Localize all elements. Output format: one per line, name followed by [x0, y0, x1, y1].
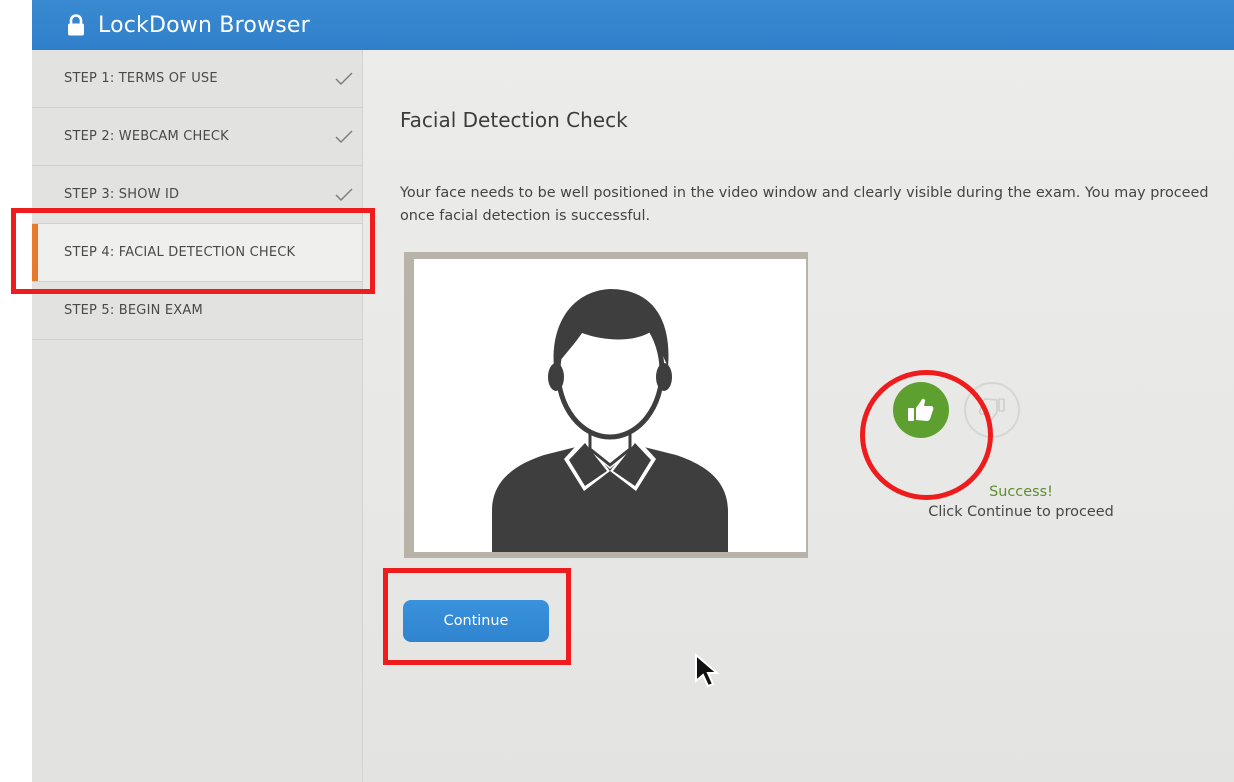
video-preview [414, 259, 806, 552]
checkmark-icon [334, 129, 354, 145]
step-webcam-check[interactable]: STEP 2: WEBCAM CHECK [32, 108, 362, 166]
checkmark-icon [334, 187, 354, 203]
main-content: Facial Detection Check Your face needs t… [363, 50, 1234, 782]
video-window [404, 252, 808, 558]
annotation-thumbs-up-highlight [860, 370, 993, 500]
step-label: STEP 3: SHOW ID [64, 187, 180, 202]
screen-photo: LockDown Browser STEP 1: TERMS OF USE ST… [32, 0, 1234, 782]
step-label: STEP 5: BEGIN EXAM [64, 303, 203, 318]
status-detail: Click Continue to proceed [928, 504, 1114, 520]
title-bar: LockDown Browser [32, 0, 1234, 50]
step-terms-of-use[interactable]: STEP 1: TERMS OF USE [32, 50, 362, 108]
annotation-step4-highlight [11, 208, 375, 294]
mouse-cursor-icon [695, 653, 720, 688]
annotation-continue-highlight [383, 568, 571, 665]
checkmark-icon [334, 71, 354, 87]
page-title: Facial Detection Check [400, 108, 628, 132]
app-title: LockDown Browser [98, 12, 310, 38]
user-silhouette-icon [492, 289, 728, 552]
lock-icon [66, 14, 86, 36]
step-label: STEP 2: WEBCAM CHECK [64, 129, 229, 144]
step-label: STEP 1: TERMS OF USE [64, 71, 218, 86]
steps-sidebar: STEP 1: TERMS OF USE STEP 2: WEBCAM CHEC… [32, 50, 363, 782]
instructions-text: Your face needs to be well positioned in… [400, 185, 1209, 224]
